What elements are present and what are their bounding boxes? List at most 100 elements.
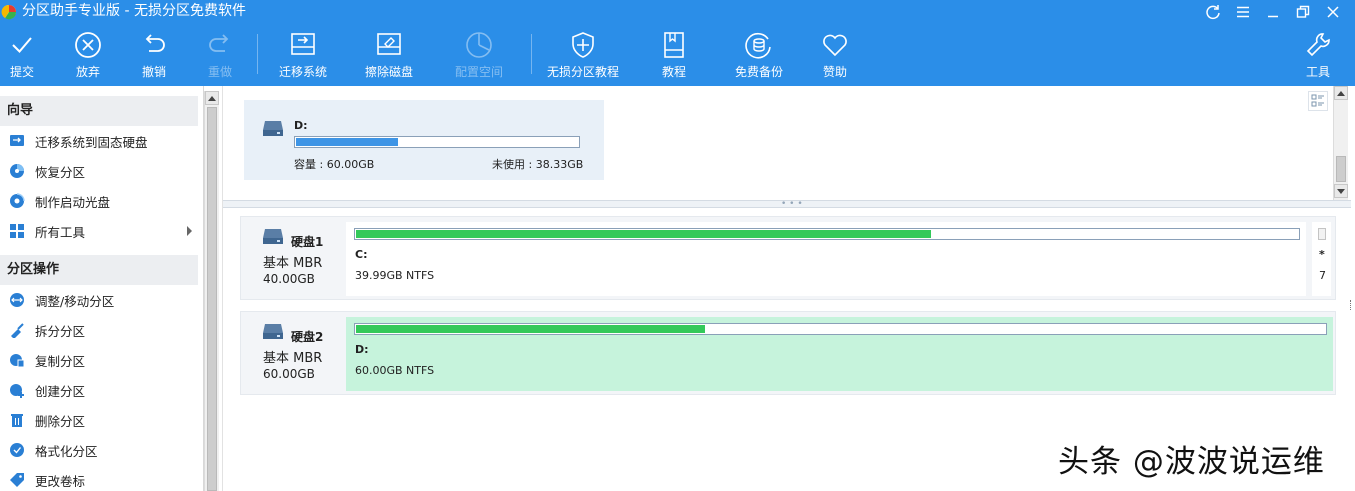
toolbar-separator (257, 34, 258, 74)
submenu-arrow-icon (187, 226, 192, 236)
sidebar-item-label: 所有工具 (35, 224, 86, 240)
sidebar-item-label: 迁移系统到固态硬盘 (35, 134, 148, 150)
redo-label: 重做 (207, 65, 232, 79)
close-button[interactable] (1322, 2, 1344, 22)
minimize-button[interactable] (1262, 2, 1284, 22)
sidebar-item-all-tools[interactable]: 所有工具 (0, 216, 198, 246)
migrate-ssd-icon (10, 135, 24, 146)
scrollbar-thumb[interactable] (1336, 156, 1346, 182)
wipe-disk-button[interactable]: 擦除磁盘 (351, 30, 427, 84)
partition-capacity: 容量 : 60.00GB (294, 158, 375, 171)
sidebar-item-split-partition[interactable]: 拆分分区 (0, 315, 198, 345)
disk-row-2[interactable]: 硬盘2 基本 MBR 60.00GB D: 60.00GB NTFS (240, 311, 1336, 395)
sponsor-label: 赞助 (822, 65, 847, 79)
wipe-disk-icon (377, 33, 401, 55)
app-window: 分区助手专业版 - 无损分区免费软件 提交 放弃 撤销 重做 迁移系统 擦除磁盘… (0, 0, 1355, 491)
wizard-section-header: 向导 (0, 96, 198, 126)
drive-icon (263, 229, 283, 244)
undo-label: 撤销 (141, 65, 166, 79)
window-edge-grip (1350, 300, 1354, 310)
scrollbar-thumb[interactable] (207, 107, 217, 491)
mini-usage-bar (1318, 228, 1326, 240)
allocate-space-icon (466, 32, 492, 58)
disk-row-1[interactable]: 硬盘1 基本 MBR 40.00GB C: 39.99GB NTFS * 7 (240, 216, 1336, 300)
sidebar-item-resize-partition[interactable]: 调整/移动分区 (0, 285, 198, 315)
usage-fill (296, 138, 398, 146)
refresh-button[interactable] (1202, 2, 1224, 22)
wrench-icon (1306, 33, 1330, 57)
drive-icon (263, 324, 283, 339)
watermark: 头条 @波波说运维 (1058, 444, 1325, 480)
delete-partition-icon (11, 414, 23, 427)
sidebar-item-format-partition[interactable]: 格式化分区 (0, 435, 198, 465)
free-backup-label: 免费备份 (734, 65, 783, 79)
partition-block-unallocated[interactable]: * 7 (1312, 222, 1331, 296)
sidebar-item-label: 删除分区 (35, 413, 86, 429)
pane-splitter[interactable]: • • • (223, 200, 1351, 209)
view-toggle-button[interactable] (1308, 91, 1328, 111)
sidebar-item-label: 创建分区 (35, 383, 86, 399)
partition-tutorial-button[interactable]: 无损分区教程 (545, 30, 621, 84)
tools-button[interactable]: 工具 (1280, 30, 1355, 84)
allocate-space-button[interactable]: 配置空间 (441, 30, 517, 84)
partition-usage-bar (354, 323, 1327, 335)
copy-partition-icon (10, 354, 25, 368)
partition-tutorial-label: 无损分区教程 (546, 65, 619, 79)
left-panel: 向导 迁移系统到固态硬盘 恢复分区 制作启动光盘 所有工具 分区操作 调整/移动… (0, 86, 204, 491)
format-partition-icon (10, 443, 24, 457)
disk-type: 基本 MBR (263, 256, 323, 271)
tutorial-button[interactable]: 教程 (636, 30, 712, 84)
partition-card-d[interactable]: D: 容量 : 60.00GB 未使用 : 38.33GB (244, 100, 604, 180)
migrate-disk-icon (291, 33, 315, 55)
scroll-up-arrow-icon[interactable] (1334, 86, 1348, 100)
allocate-space-label: 配置空间 (454, 65, 503, 79)
disk-name: 硬盘1 (291, 235, 324, 249)
partition-block-c[interactable]: C: 39.99GB NTFS (346, 222, 1306, 296)
sidebar-item-boot-disc[interactable]: 制作启动光盘 (0, 186, 198, 216)
view-toggle-icon (1311, 94, 1324, 107)
all-tools-icon (10, 224, 24, 238)
title-bar[interactable]: 分区助手专业版 - 无损分区免费软件 (0, 0, 1355, 24)
sidebar-item-copy-partition[interactable]: 复制分区 (0, 345, 198, 375)
mini-partition-info: 7 (1319, 269, 1326, 282)
sidebar-item-label: 恢复分区 (35, 164, 86, 180)
partition-info: 39.99GB NTFS (355, 269, 435, 282)
create-partition-icon (10, 384, 24, 398)
disk-size: 60.00GB (263, 367, 315, 381)
hamburger-icon (1237, 6, 1249, 18)
scroll-up-arrow-icon[interactable] (205, 91, 219, 105)
migrate-system-button[interactable]: 迁移系统 (265, 30, 341, 84)
window-title: 分区助手专业版 - 无损分区免费软件 (22, 3, 246, 19)
restore-button[interactable] (1292, 2, 1314, 22)
cancel-circle-icon (75, 32, 101, 58)
sidebar-item-migrate-ssd[interactable]: 迁移系统到固态硬盘 (0, 126, 198, 156)
disk-name: 硬盘2 (291, 330, 324, 344)
partition-block-d-selected[interactable]: D: 60.00GB NTFS (346, 317, 1333, 391)
redo-icon (209, 34, 229, 52)
recover-partition-icon (10, 164, 24, 178)
undo-button[interactable]: 撤销 (116, 30, 192, 84)
tag-icon (10, 473, 24, 487)
partition-drive-letter: D: (294, 119, 308, 132)
drive-icon (263, 121, 283, 136)
migrate-system-label: 迁移系统 (278, 65, 327, 79)
tutorial-label: 教程 (661, 65, 686, 79)
redo-button[interactable]: 重做 (182, 30, 258, 84)
upper-pane-scrollbar[interactable] (1333, 86, 1348, 200)
minimize-icon (1268, 15, 1278, 18)
partition-letter: C: (355, 248, 368, 261)
menu-button[interactable] (1232, 2, 1254, 22)
sidebar-item-recover-partition[interactable]: 恢复分区 (0, 156, 198, 186)
app-logo-icon (1, 4, 17, 20)
sidebar-item-create-partition[interactable]: 创建分区 (0, 375, 198, 405)
sidebar-item-delete-partition[interactable]: 删除分区 (0, 405, 198, 435)
sidebar-item-change-label[interactable]: 更改卷标 (0, 465, 198, 491)
discard-button[interactable]: 放弃 (50, 30, 126, 84)
scroll-down-arrow-icon[interactable] (1334, 184, 1348, 198)
sponsor-button[interactable]: 赞助 (797, 30, 873, 84)
free-backup-button[interactable]: 免费备份 (721, 30, 797, 84)
left-panel-scrollbar[interactable] (204, 91, 219, 491)
partition-usage-bar (354, 228, 1300, 240)
restore-icon (1296, 5, 1310, 18)
discard-label: 放弃 (75, 65, 100, 79)
